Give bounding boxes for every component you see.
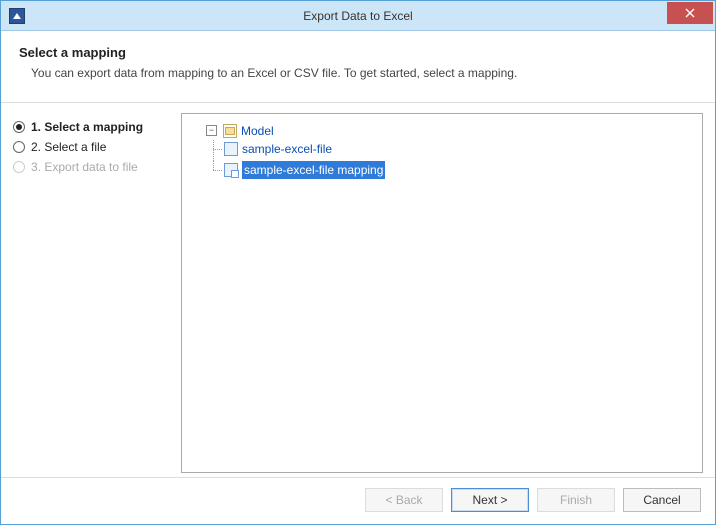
window-title: Export Data to Excel — [1, 9, 715, 23]
cancel-button[interactable]: Cancel — [623, 488, 701, 512]
app-icon — [9, 8, 25, 24]
wizard-body: 1. Select a mapping 2. Select a file 3. … — [1, 103, 715, 477]
step-select-file[interactable]: 2. Select a file — [13, 137, 173, 157]
collapse-icon[interactable]: − — [206, 125, 217, 136]
step-label: 1. Select a mapping — [31, 120, 143, 134]
tree-node-file[interactable]: sample-excel-file — [206, 140, 696, 161]
step-label: 2. Select a file — [31, 140, 106, 154]
close-button[interactable] — [667, 2, 713, 24]
folder-icon — [223, 124, 237, 138]
tree-node-label: sample-excel-file — [242, 140, 332, 158]
header-title: Select a mapping — [19, 45, 697, 60]
mapping-icon — [224, 163, 238, 177]
radio-icon — [13, 161, 25, 173]
tree-node-label: Model — [241, 122, 274, 140]
tree-node-root[interactable]: − Model sample-excel-file — [188, 120, 696, 182]
radio-icon — [13, 141, 25, 153]
titlebar: Export Data to Excel — [1, 1, 715, 31]
tree-node-label: sample-excel-file mapping — [242, 161, 385, 179]
mapping-tree-pane[interactable]: − Model sample-excel-file — [181, 113, 703, 473]
step-select-mapping[interactable]: 1. Select a mapping — [13, 117, 173, 137]
tree-node-mapping[interactable]: sample-excel-file mapping — [206, 161, 696, 182]
wizard-footer: < Back Next > Finish Cancel — [1, 477, 715, 524]
header-subtitle: You can export data from mapping to an E… — [31, 66, 697, 80]
mapping-tree: − Model sample-excel-file — [188, 120, 696, 182]
steps-sidebar: 1. Select a mapping 2. Select a file 3. … — [13, 113, 173, 473]
next-button[interactable]: Next > — [451, 488, 529, 512]
wizard-header: Select a mapping You can export data fro… — [1, 31, 715, 103]
back-button: < Back — [365, 488, 443, 512]
step-export-data: 3. Export data to file — [13, 157, 173, 177]
radio-icon — [13, 121, 25, 133]
file-icon — [224, 142, 238, 156]
finish-button: Finish — [537, 488, 615, 512]
dialog-window: Export Data to Excel Select a mapping Yo… — [0, 0, 716, 525]
step-label: 3. Export data to file — [31, 160, 138, 174]
